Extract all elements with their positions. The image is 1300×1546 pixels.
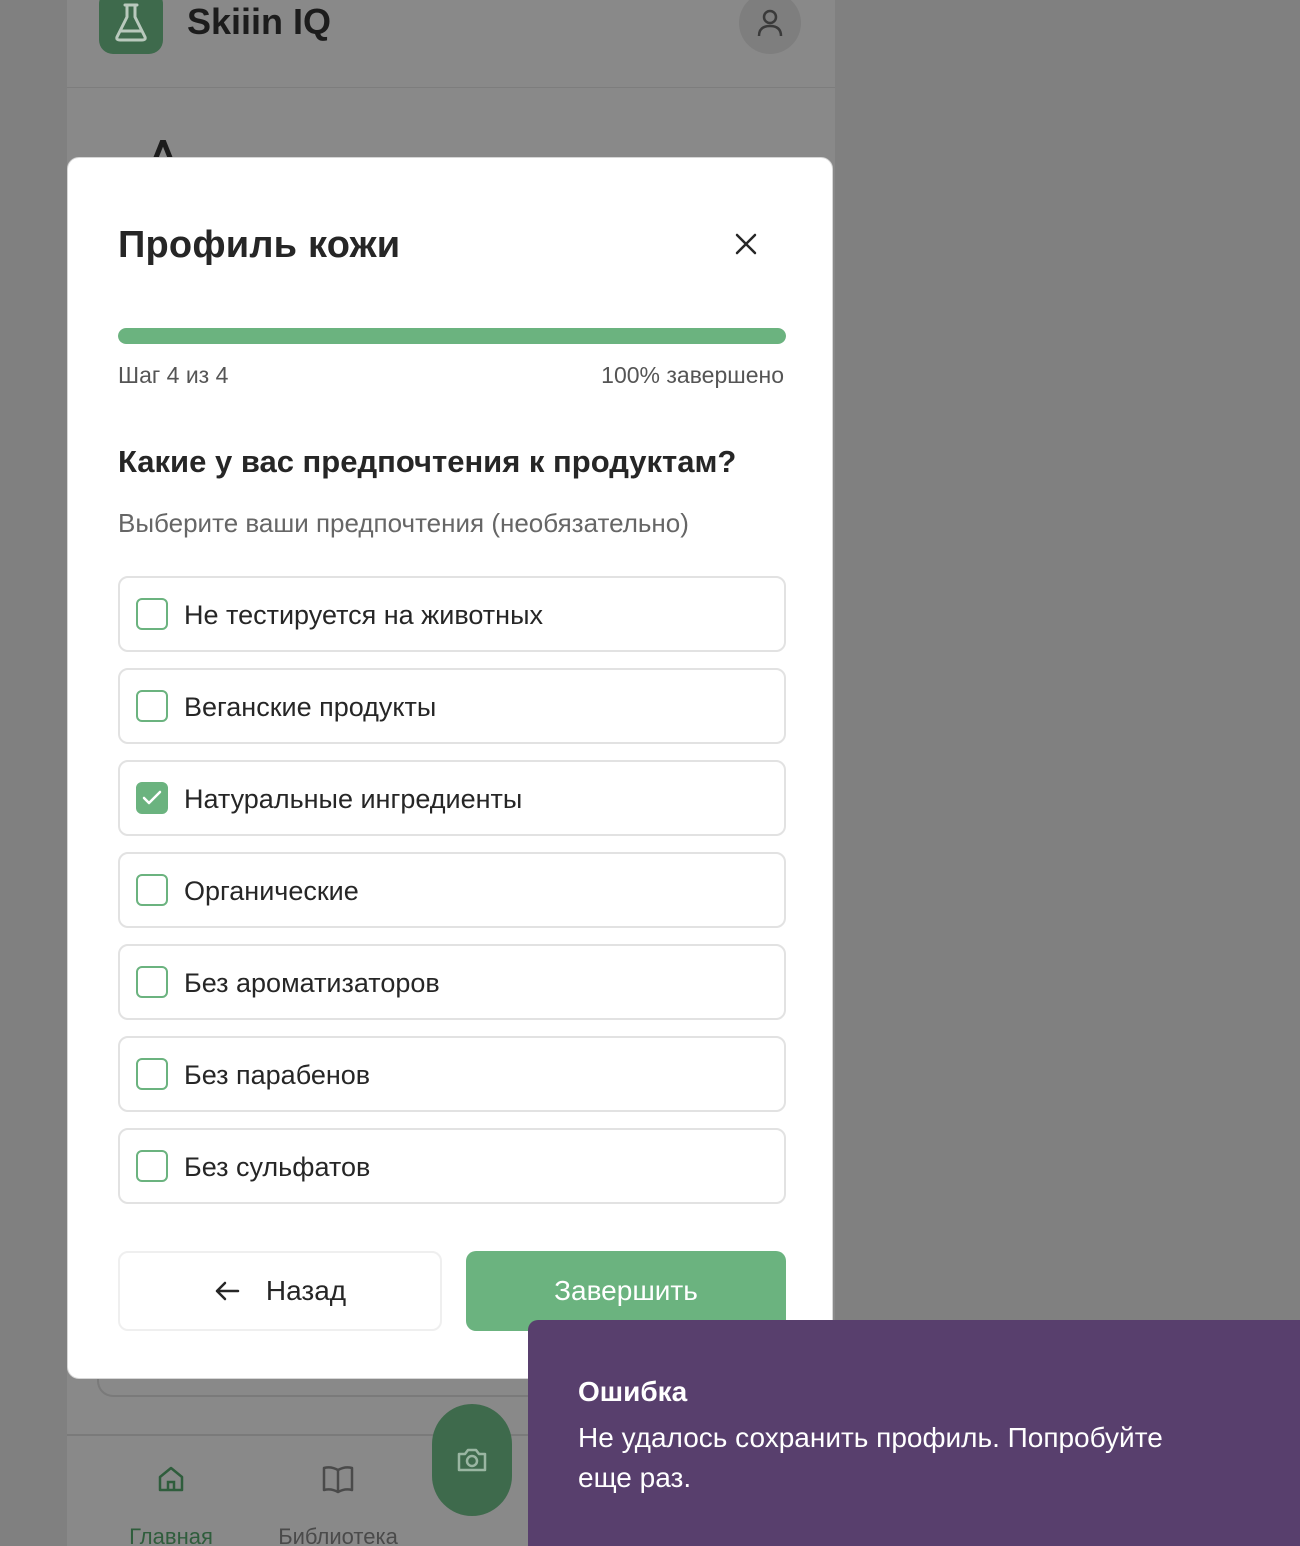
book-icon [322,1466,354,1494]
completion-percent: 100% завершено [601,362,784,388]
back-button-label: Назад [265,1275,347,1306]
preference-option[interactable]: Натуральные ингредиенты [118,760,786,836]
step-indicator: Шаг 4 из 4 [118,362,229,388]
preference-option[interactable]: Веганские продукты [118,668,786,744]
preference-option[interactable]: Не тестируется на животных [118,576,786,652]
checkbox[interactable] [136,598,168,630]
preference-option-label: Без сульфатов [184,1152,371,1182]
preference-option-label: Не тестируется на животных [184,600,543,630]
preference-option-label: Веганские продукты [184,692,437,722]
preference-option-label: Натуральные ингредиенты [184,784,523,814]
checkbox-checked[interactable] [136,782,168,814]
close-button[interactable] [726,224,766,264]
modal-title: Профиль кожи [118,224,401,266]
checkbox[interactable] [136,874,168,906]
close-icon [735,233,757,255]
nav-label-library: Библиотека [278,1524,398,1546]
progress-fill [118,328,786,344]
checkbox[interactable] [136,690,168,722]
error-toast[interactable]: Ошибка Не удалось сохранить профиль. Поп… [528,1320,1300,1546]
arrow-left-icon [215,1281,240,1301]
user-icon [757,9,783,37]
toast-title: Ошибка [578,1376,688,1407]
question-hint: Выберите ваши предпочтения (необязательн… [118,508,689,538]
toast-message: Не удалось сохранить профиль. Попробуйте… [578,1422,1163,1493]
app-title: Skiiin IQ [187,1,332,42]
finish-button-label: Завершить [554,1275,698,1306]
preference-options: Не тестируется на животных Веганские прод… [118,576,786,1220]
camera-button[interactable] [432,1404,512,1516]
progress-bar [118,328,786,344]
preference-option[interactable]: Без ароматизаторов [118,944,786,1020]
home-icon [158,1466,184,1492]
preference-option[interactable]: Без парабенов [118,1036,786,1112]
app-header: Skiiin IQ [67,0,835,88]
preference-option-label: Без парабенов [184,1060,371,1090]
checkbox[interactable] [136,966,168,998]
flask-logo-icon [99,0,163,54]
skin-profile-modal: Профиль кожи Шаг 4 из 4 100% завершено К… [67,157,833,1379]
checkbox[interactable] [136,1150,168,1182]
preference-option[interactable]: Без сульфатов [118,1128,786,1204]
back-button[interactable]: Назад [118,1251,442,1331]
nav-label-home: Главная [129,1524,213,1546]
camera-icon [457,1448,487,1472]
checkmark-icon [142,790,162,805]
finish-button[interactable]: Завершить [466,1251,786,1331]
preference-option-label: Органические [184,876,359,906]
preference-option-label: Без ароматизаторов [184,968,440,998]
user-avatar[interactable] [739,0,801,54]
nav-item-home[interactable]: Главная [91,1436,251,1546]
nav-item-library[interactable]: Библиотека [258,1436,418,1546]
preference-option[interactable]: Органические [118,852,786,928]
checkbox[interactable] [136,1058,168,1090]
question-heading: Какие у вас предпочтения к продуктам? [118,444,737,479]
